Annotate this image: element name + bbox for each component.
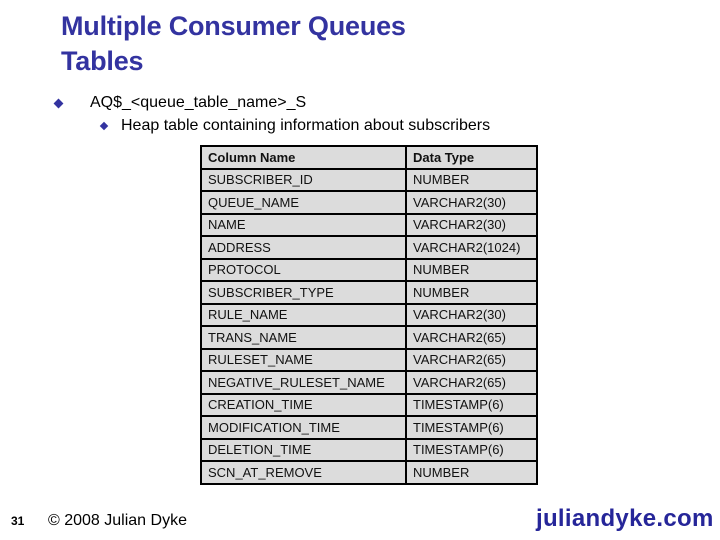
cell-column-name: QUEUE_NAME <box>200 190 407 215</box>
cell-data-type: TIMESTAMP(6) <box>405 392 538 417</box>
cell-column-name: ADDRESS <box>200 235 407 260</box>
cell-column-name: SUBSCRIBER_ID <box>200 167 407 192</box>
table-row: QUEUE_NAME VARCHAR2(30) <box>200 190 538 215</box>
cell-data-type: VARCHAR2(65) <box>405 325 538 350</box>
cell-column-name: CREATION_TIME <box>200 392 407 417</box>
cell-column-name: NAME <box>200 212 407 237</box>
slide-title-line-1: Multiple Consumer Queues <box>61 11 406 41</box>
cell-data-type: VARCHAR2(30) <box>405 190 538 215</box>
cell-data-type: TIMESTAMP(6) <box>405 415 538 440</box>
table-row: RULE_NAME VARCHAR2(30) <box>200 302 538 327</box>
table-row: CREATION_TIME TIMESTAMP(6) <box>200 392 538 417</box>
header-data-type: Data Type <box>405 145 538 170</box>
cell-data-type: VARCHAR2(65) <box>405 347 538 372</box>
table-row: SUBSCRIBER_ID NUMBER <box>200 167 538 192</box>
copyright-text: © 2008 Julian Dyke <box>48 512 187 529</box>
header-column-name: Column Name <box>200 145 407 170</box>
table-row: MODIFICATION_TIME TIMESTAMP(6) <box>200 415 538 440</box>
bullet-text: Heap table containing information about … <box>121 117 491 134</box>
page-number: 31 <box>11 514 25 528</box>
cell-data-type: NUMBER <box>405 257 538 282</box>
cell-data-type: VARCHAR2(65) <box>405 370 538 395</box>
cell-column-name: MODIFICATION_TIME <box>200 415 407 440</box>
slide-title-line-2: Tables <box>61 46 144 76</box>
table-row: DELETION_TIME TIMESTAMP(6) <box>200 437 538 462</box>
table-row: NEGATIVE_RULESET_NAME VARCHAR2(65) <box>200 370 538 395</box>
cell-data-type: VARCHAR2(1024) <box>405 235 538 260</box>
table-row: SCN_AT_REMOVE NUMBER <box>200 460 538 485</box>
website-logo: juliandyke.com <box>536 505 714 532</box>
table-header-row: Column Name Data Type <box>200 145 538 170</box>
bullet-level-2: Heap table containing information about … <box>98 117 490 135</box>
bullet-text: AQ$_<queue_table_name>_S <box>90 94 307 111</box>
slide-title: Multiple Consumer Queues Tables <box>61 9 406 79</box>
cell-column-name: DELETION_TIME <box>200 437 407 462</box>
table-row: ADDRESS VARCHAR2(1024) <box>200 235 538 260</box>
cell-data-type: NUMBER <box>405 280 538 305</box>
table-row: PROTOCOL NUMBER <box>200 257 538 282</box>
cell-column-name: PROTOCOL <box>200 257 407 282</box>
bullet-level-1: AQ$_<queue_table_name>_S <box>51 94 306 112</box>
table-row: TRANS_NAME VARCHAR2(65) <box>200 325 538 350</box>
cell-column-name: RULESET_NAME <box>200 347 407 372</box>
cell-data-type: VARCHAR2(30) <box>405 302 538 327</box>
table-row: RULESET_NAME VARCHAR2(65) <box>200 347 538 372</box>
table-body: SUBSCRIBER_ID NUMBER QUEUE_NAME VARCHAR2(30… <box>200 167 538 485</box>
diamond-bullet-icon <box>53 98 64 108</box>
cell-column-name: SCN_AT_REMOVE <box>200 460 407 485</box>
table-row: NAME VARCHAR2(30) <box>200 212 538 237</box>
cell-column-name: TRANS_NAME <box>200 325 407 350</box>
cell-data-type: VARCHAR2(30) <box>405 212 538 237</box>
cell-column-name: NEGATIVE_RULESET_NAME <box>200 370 407 395</box>
cell-data-type: NUMBER <box>405 460 538 485</box>
subscriber-table: Column Name Data Type SUBSCRIBER_ID NUMBE… <box>200 145 538 485</box>
cell-data-type: TIMESTAMP(6) <box>405 437 538 462</box>
table-row: SUBSCRIBER_TYPE NUMBER <box>200 280 538 305</box>
cell-data-type: NUMBER <box>405 167 538 192</box>
diamond-bullet-icon <box>99 121 109 131</box>
cell-column-name: RULE_NAME <box>200 302 407 327</box>
cell-column-name: SUBSCRIBER_TYPE <box>200 280 407 305</box>
